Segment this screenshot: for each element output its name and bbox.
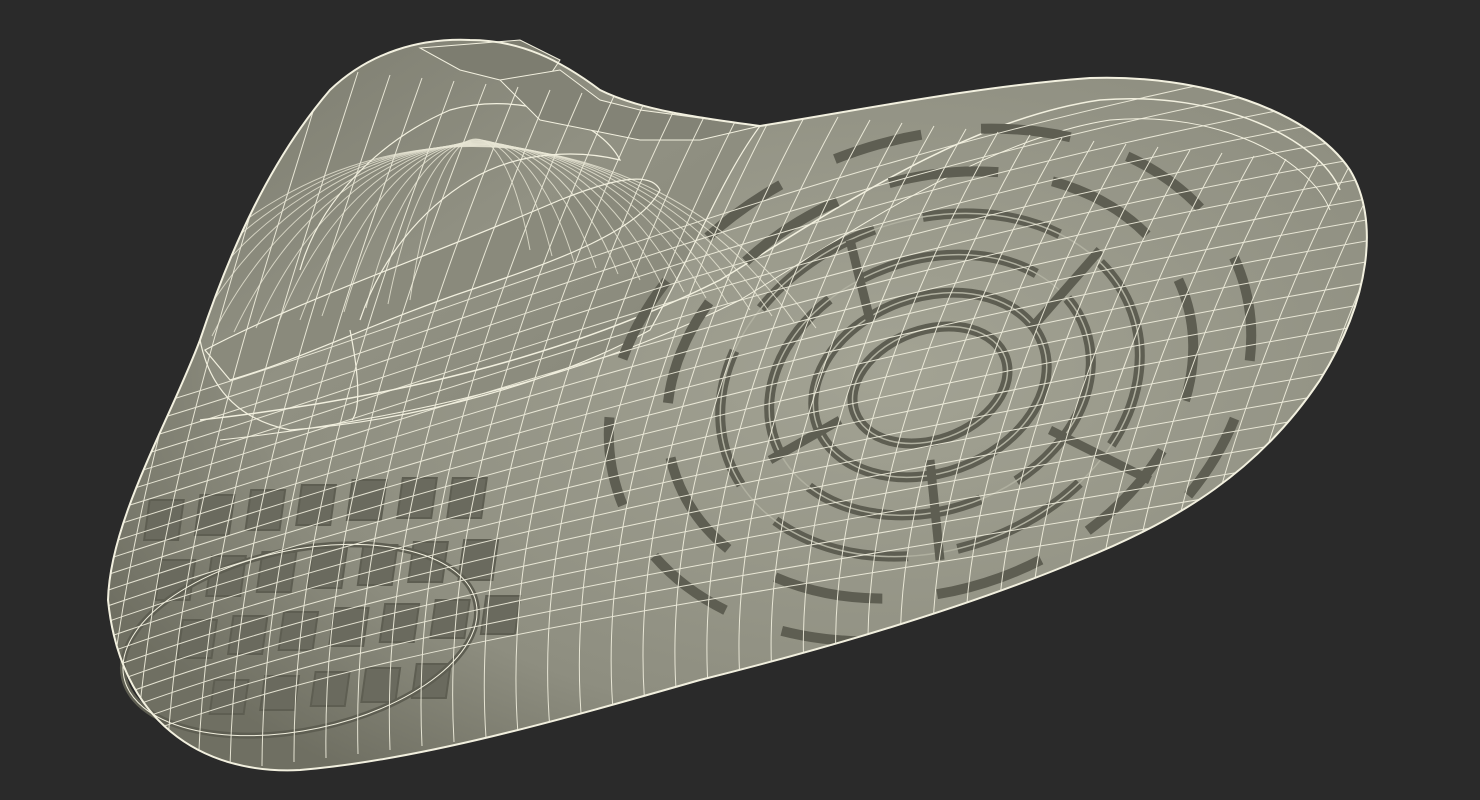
render-viewport bbox=[0, 0, 1480, 800]
wireframe-shoe-render bbox=[106, 38, 1368, 772]
